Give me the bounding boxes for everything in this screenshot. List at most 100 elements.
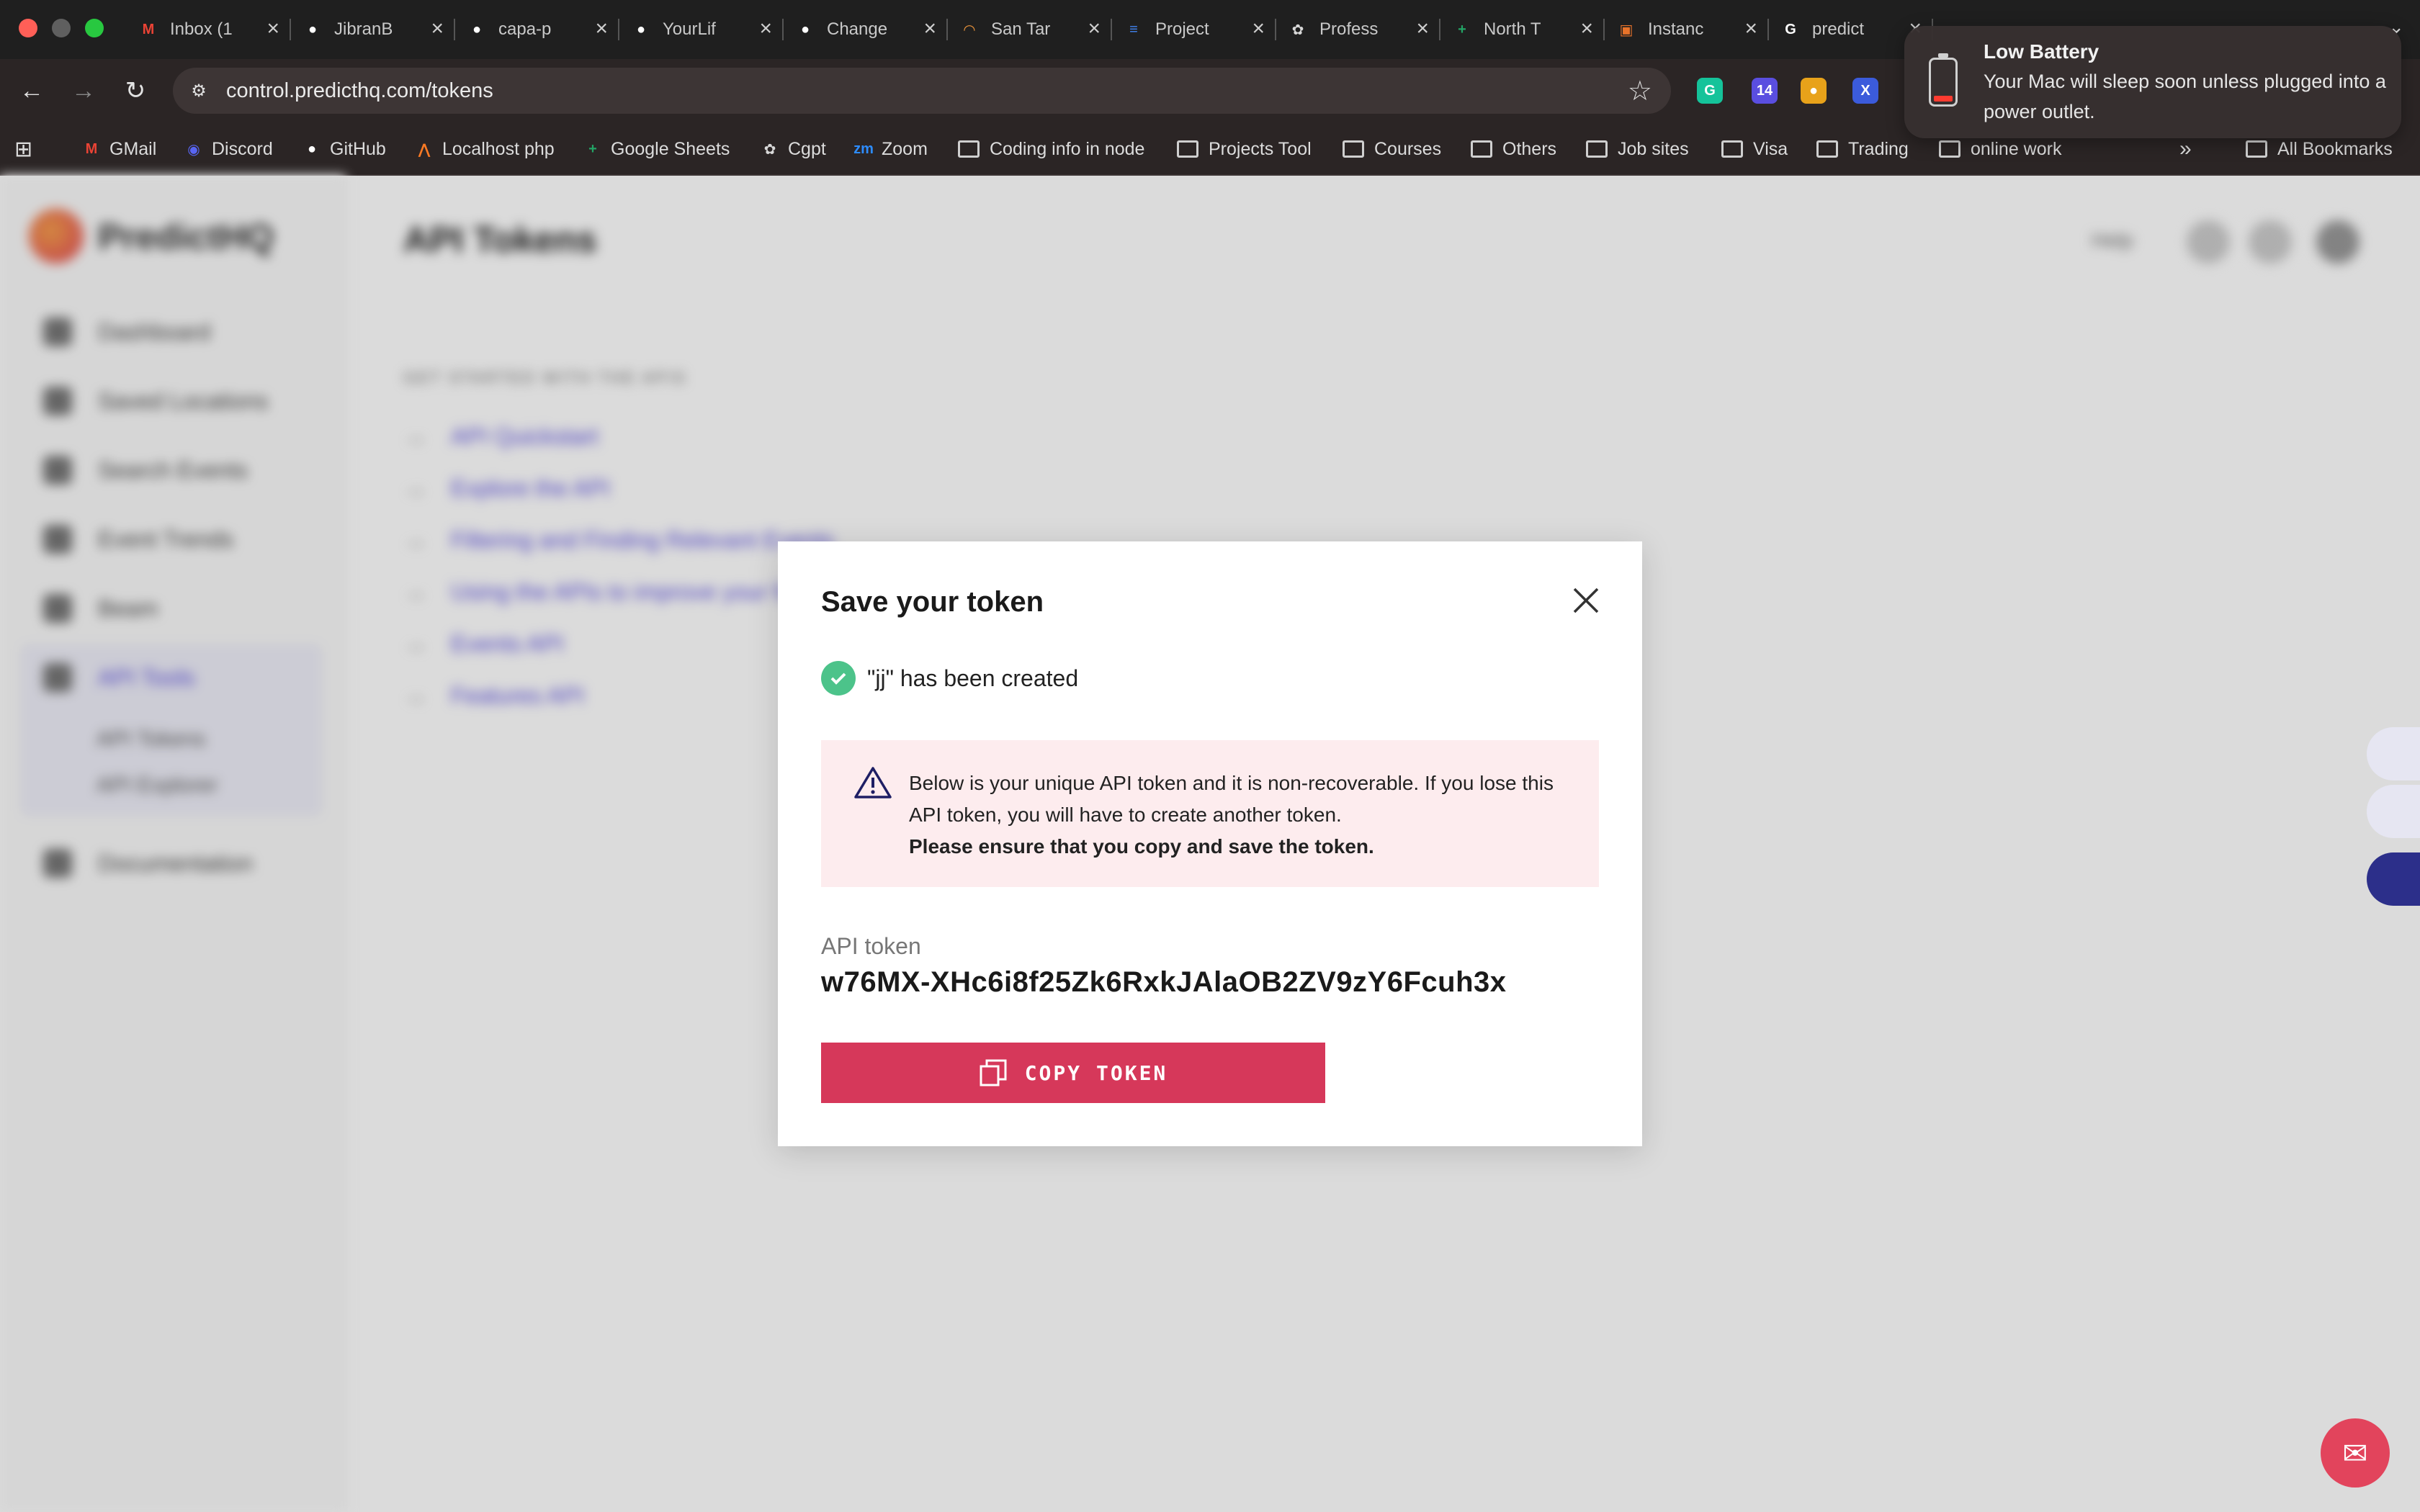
site-info-icon[interactable]: ⚙	[183, 75, 215, 107]
bookmark-item[interactable]: Job sites	[1586, 135, 1689, 163]
bookmark-item[interactable]: Others	[1471, 135, 1556, 163]
close-tab-icon[interactable]: ×	[266, 17, 279, 40]
token-value[interactable]: w76MX-XHc6i8f25Zk6RxkJAlaOB2ZV9zY6Fcuh3x	[821, 966, 1507, 999]
warning-text: Below is your unique API token and it is…	[909, 768, 1572, 863]
browser-tab[interactable]: ◠ San Tar ×	[948, 7, 1112, 52]
minimize-window-button[interactable]	[52, 19, 71, 37]
close-tab-icon[interactable]: ×	[1416, 17, 1429, 40]
browser-tab[interactable]: ● YourLif ×	[619, 7, 784, 52]
folder-icon	[1343, 140, 1364, 158]
side-widget-3[interactable]	[2367, 852, 2420, 906]
more-bookmarks-icon[interactable]: »	[2179, 135, 2192, 163]
url-text[interactable]: control.predicthq.com/tokens	[226, 79, 493, 103]
folder-icon	[1816, 140, 1838, 158]
squirrel-icon[interactable]: ●	[1801, 78, 1827, 104]
browser-tab[interactable]: + North T ×	[1440, 7, 1605, 52]
grammarly-icon[interactable]: G	[1697, 78, 1723, 104]
browser-tab[interactable]: M Inbox (1 ×	[127, 7, 291, 52]
github-icon: ●	[308, 21, 318, 37]
browser-tab[interactable]: ✿ Profess ×	[1276, 7, 1440, 52]
x-extension-icon[interactable]: X	[1852, 78, 1878, 104]
warning-triangle-icon	[854, 767, 892, 798]
close-tab-icon[interactable]: ×	[1088, 17, 1101, 40]
close-icon[interactable]	[1569, 583, 1603, 618]
github-icon: ●	[472, 21, 482, 37]
low-battery-notification[interactable]: Low Battery Your Mac will sleep soon unl…	[1904, 26, 2401, 138]
close-window-button[interactable]	[19, 19, 37, 37]
battery-icon	[1929, 53, 1958, 107]
back-button[interactable]: ←	[16, 75, 48, 107]
warning-body: Below is your unique API token and it is…	[909, 772, 1554, 826]
notification-title: Low Battery	[1984, 40, 2099, 63]
folder-icon	[1721, 140, 1743, 158]
tab-title: Profess	[1319, 19, 1379, 39]
bookmark-label: GMail	[109, 138, 157, 159]
folder-icon	[1939, 140, 1960, 158]
save-token-modal: Save your token "jj" has been created Be…	[778, 541, 1642, 1146]
close-tab-icon[interactable]: ×	[1744, 17, 1757, 40]
bookmark-label: Trading	[1848, 138, 1909, 159]
copy-token-button[interactable]: COPY TOKEN	[821, 1043, 1325, 1103]
bookmark-item[interactable]: ⋀ Localhost php	[413, 135, 555, 163]
bookmark-item[interactable]: Trading	[1816, 135, 1909, 163]
chat-bubble-icon[interactable]: ✉	[2321, 1418, 2390, 1488]
browser-tab[interactable]: ● capa-p ×	[455, 7, 619, 52]
maximize-window-button[interactable]	[85, 19, 104, 37]
browser-tab[interactable]: ● Change ×	[784, 7, 948, 52]
tab-title: Project	[1155, 19, 1209, 39]
google-icon: G	[1785, 21, 1796, 37]
side-widget-2[interactable]	[2367, 785, 2420, 838]
aws-icon: ▣	[1619, 22, 1634, 38]
xampp-icon: ⋀	[418, 141, 431, 158]
bookmark-item[interactable]: + Google Sheets	[582, 135, 730, 163]
extension-badge-icon[interactable]: 14	[1752, 78, 1778, 104]
openai-icon: ✿	[1291, 22, 1304, 38]
bookmark-label: online work	[1971, 138, 2062, 159]
bookmark-item[interactable]: ◉ Discord	[183, 135, 273, 163]
bookmark-item[interactable]: zm Zoom	[853, 135, 928, 163]
close-tab-icon[interactable]: ×	[1580, 17, 1593, 40]
bookmark-item[interactable]: Visa	[1721, 135, 1788, 163]
close-tab-icon[interactable]: ×	[923, 17, 936, 40]
tab-title: JibranB	[334, 19, 393, 39]
bookmark-label: Discord	[212, 138, 273, 159]
bookmark-label: Visa	[1753, 138, 1788, 159]
bookmark-item[interactable]: M GMail	[81, 135, 157, 163]
token-label: API token	[821, 933, 921, 959]
close-tab-icon[interactable]: ×	[759, 17, 772, 40]
browser-tab[interactable]: ▣ Instanc ×	[1605, 7, 1769, 52]
browser-tab[interactable]: ● JibranB ×	[291, 7, 455, 52]
close-tab-icon[interactable]: ×	[1252, 17, 1265, 40]
copy-icon	[980, 1059, 1007, 1086]
bookmark-item[interactable]: Coding info in node	[958, 135, 1144, 163]
success-message: "jj" has been created	[821, 661, 1078, 696]
bookmark-item[interactable]: ✿ Cgpt	[759, 135, 826, 163]
apps-grid-icon[interactable]: ⊞	[14, 135, 32, 163]
close-tab-icon[interactable]: ×	[595, 17, 608, 40]
tab-title: San Tar	[991, 19, 1051, 39]
tab-title: Instanc	[1648, 19, 1704, 39]
google-docs-icon: ≡	[1129, 21, 1138, 37]
close-tab-icon[interactable]: ×	[431, 17, 444, 40]
bookmark-item[interactable]: ● GitHub	[301, 135, 386, 163]
bookmark-item[interactable]: Courses	[1343, 135, 1441, 163]
bookmark-label: Localhost php	[442, 138, 555, 159]
side-widget-1[interactable]	[2367, 727, 2420, 780]
reload-button[interactable]: ↻	[120, 75, 151, 107]
forward-button[interactable]: →	[68, 75, 99, 107]
github-icon: ●	[636, 21, 646, 37]
tab-title: Change	[827, 19, 888, 39]
folder-icon	[2246, 140, 2267, 158]
bookmark-label: Google Sheets	[611, 138, 730, 159]
bookmark-star-icon[interactable]: ☆	[1628, 75, 1652, 107]
tab-title: YourLif	[663, 19, 716, 39]
bookmark-label: Courses	[1374, 138, 1442, 159]
tab-title: predict	[1812, 19, 1865, 39]
browser-tab[interactable]: ≡ Project ×	[1112, 7, 1276, 52]
gmail-icon: M	[85, 140, 98, 157]
bookmark-item[interactable]: online work	[1939, 135, 2061, 163]
address-bar[interactable]: ⚙ control.predicthq.com/tokens ☆	[173, 68, 1671, 114]
google-sheets-icon: +	[1458, 21, 1466, 37]
bookmark-item[interactable]: Projects Tool	[1177, 135, 1312, 163]
all-bookmarks-folder[interactable]: All Bookmarks	[2246, 135, 2393, 163]
